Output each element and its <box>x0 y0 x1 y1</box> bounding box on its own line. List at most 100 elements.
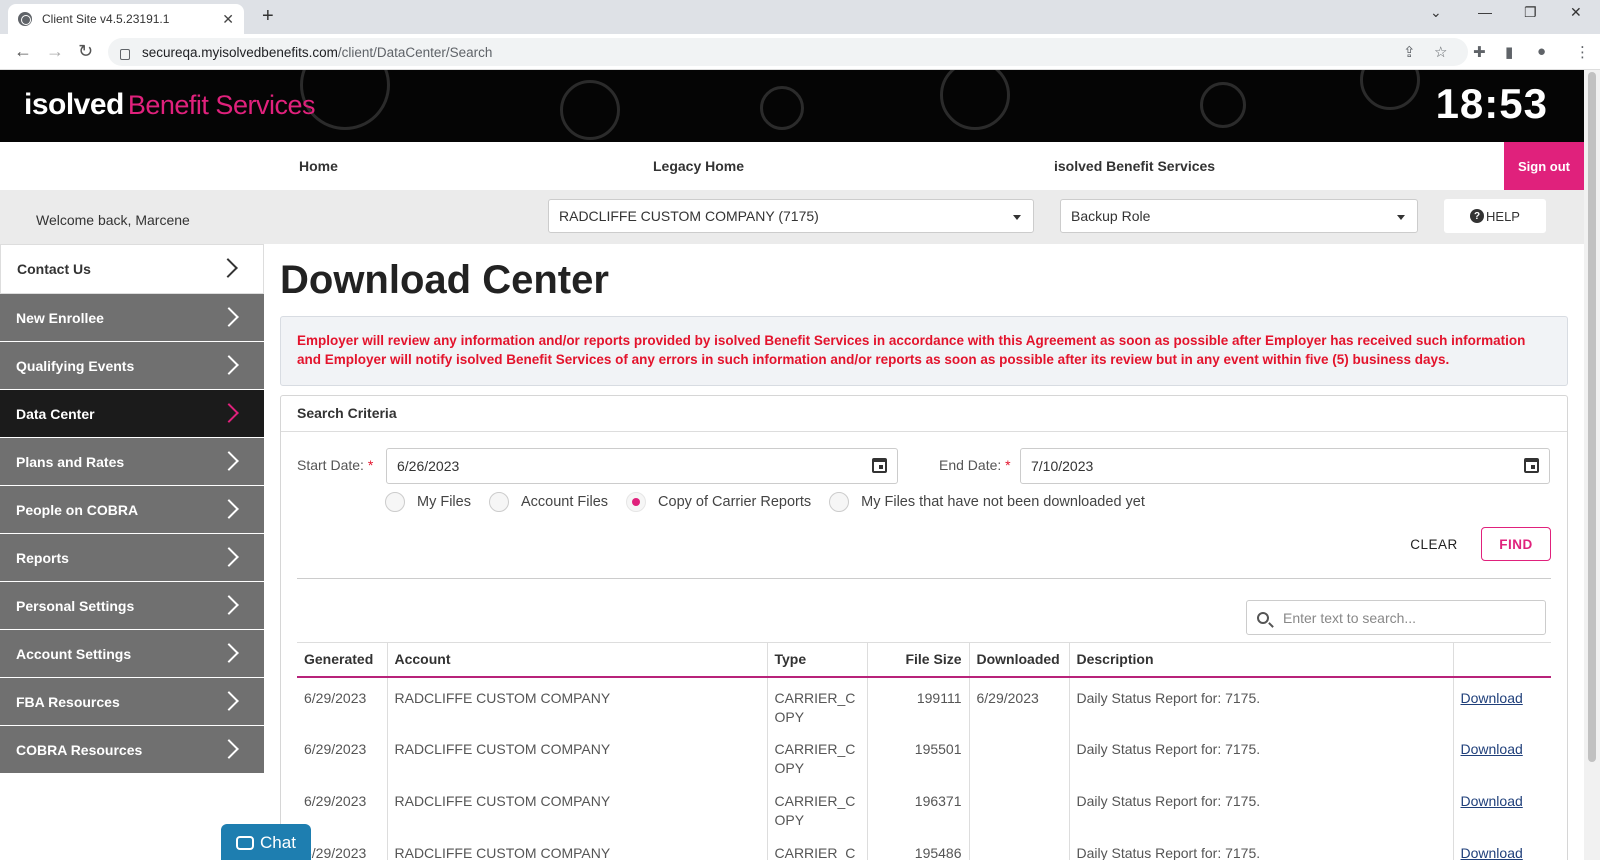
cell-account: RADCLIFFE CUSTOM COMPANY <box>387 676 768 729</box>
sidebar-item-fba-resources[interactable]: FBA Resources <box>0 678 264 726</box>
start-date-label: Start Date: * <box>297 457 373 473</box>
cell-action: Download <box>1453 729 1551 781</box>
download-link[interactable]: Download <box>1461 793 1523 809</box>
radio-label[interactable]: Account Files <box>521 494 608 510</box>
cell-type: CARRIER_COPY <box>767 728 868 781</box>
minimize-icon[interactable]: — <box>1478 4 1492 20</box>
sidebar-item-label: Reports <box>16 549 69 566</box>
sidebar-item-cobra-resources[interactable]: COBRA Resources <box>0 726 264 774</box>
bookmark-star-icon[interactable]: ☆ <box>1434 43 1447 61</box>
download-link[interactable]: Download <box>1461 845 1523 860</box>
radio-label[interactable]: My Files <box>417 494 471 510</box>
table-row: 6/29/2023 RADCLIFFE CUSTOM COMPANY CARRI… <box>297 780 1551 833</box>
col-file-size[interactable]: File Size <box>867 642 970 678</box>
download-link[interactable]: Download <box>1461 741 1523 757</box>
chevron-right-icon <box>219 403 239 423</box>
nav-home[interactable]: Home <box>299 158 338 174</box>
address-bar[interactable]: secureqa.myisolvedbenefits.com/client/Da… <box>108 38 1468 66</box>
clear-button[interactable]: CLEAR <box>1396 527 1472 561</box>
role-select[interactable]: Backup Role <box>1060 199 1418 233</box>
extensions-icon[interactable]: ✚ <box>1473 43 1486 61</box>
side-panel-icon[interactable]: ▮ <box>1505 43 1513 61</box>
col-downloaded[interactable]: Downloaded <box>969 642 1070 678</box>
sidebar-item-label: Qualifying Events <box>16 357 135 374</box>
sidebar-item-new-enrollee[interactable]: New Enrollee <box>0 294 264 342</box>
browser-menu-icon[interactable]: ⋮ <box>1575 43 1590 61</box>
start-date-input[interactable]: 6/26/2023 <box>386 448 898 484</box>
required-mark: * <box>367 457 374 473</box>
radio-my-files[interactable] <box>385 492 405 512</box>
col-generated[interactable]: Generated <box>297 642 388 678</box>
welcome-text: Welcome back, Marcene <box>36 212 190 228</box>
sidebar-item-label: Plans and Rates <box>16 453 125 470</box>
company-select[interactable]: RADCLIFFE CUSTOM COMPANY (7175) <box>548 199 1034 233</box>
chevron-right-icon <box>219 691 239 711</box>
site-logo[interactable]: isolved Benefit Services <box>24 88 315 122</box>
sidebar-item-account-settings[interactable]: Account Settings <box>0 630 264 678</box>
radio-account-files[interactable] <box>488 492 509 512</box>
table-search-input[interactable]: Enter text to search... <box>1246 600 1546 635</box>
col-type[interactable]: Type <box>767 642 868 678</box>
company-select-value: RADCLIFFE CUSTOM COMPANY (7175) <box>559 208 819 224</box>
nav-isolved-benefit-services[interactable]: isolved Benefit Services <box>1054 158 1215 174</box>
cell-description: Daily Status Report for: 7175. <box>1069 676 1454 729</box>
sidebar: Contact Us New Enrollee Qualifying Event… <box>0 244 264 774</box>
sidebar-item-personal-settings[interactable]: Personal Settings <box>0 582 264 630</box>
page-scrollbar[interactable] <box>1584 70 1600 860</box>
reload-icon[interactable]: ↻ <box>78 41 93 62</box>
calendar-icon[interactable] <box>1524 458 1539 473</box>
help-button[interactable]: ? HELP <box>1444 199 1546 233</box>
find-button[interactable]: FIND <box>1481 527 1551 561</box>
download-link[interactable]: Download <box>1461 690 1523 706</box>
radio-label[interactable]: My Files that have not been downloaded y… <box>861 494 1145 510</box>
sidebar-item-data-center[interactable]: Data Center <box>0 390 264 438</box>
sidebar-item-people-on-cobra[interactable]: People on COBRA <box>0 486 264 534</box>
panel-title: Search Criteria <box>281 396 1567 432</box>
maximize-icon[interactable]: ❐ <box>1524 4 1537 21</box>
sidebar-item-qualifying-events[interactable]: Qualifying Events <box>0 342 264 390</box>
chevron-right-icon <box>219 355 239 375</box>
radio-not-downloaded[interactable] <box>829 492 850 512</box>
cell-action: Download <box>1453 677 1551 729</box>
cell-downloaded <box>969 832 1070 860</box>
cell-file-size: 196371 <box>867 780 970 833</box>
table-row: 6/29/2023 RADCLIFFE CUSTOM COMPANY CARRI… <box>297 832 1551 860</box>
browser-tab[interactable]: Client Site v4.5.23191.1 ✕ <box>8 4 244 34</box>
back-icon[interactable]: ← <box>14 41 32 62</box>
sidebar-item-reports[interactable]: Reports <box>0 534 264 582</box>
file-type-radio-group: My Files Account Files Copy of Carrier R… <box>385 492 1163 512</box>
search-placeholder: Enter text to search... <box>1283 609 1417 626</box>
nav-legacy-home[interactable]: Legacy Home <box>653 158 744 174</box>
col-actions <box>1453 642 1551 678</box>
radio-label[interactable]: Copy of Carrier Reports <box>658 494 811 510</box>
profile-icon[interactable]: ● <box>1537 43 1546 60</box>
calendar-icon[interactable] <box>872 458 887 473</box>
cell-description: Daily Status Report for: 7175. <box>1069 832 1454 860</box>
start-date-label-text: Start Date: <box>297 457 364 473</box>
cell-downloaded <box>969 780 1070 833</box>
window-close-icon[interactable]: ✕ <box>1570 4 1582 21</box>
chevron-right-icon <box>218 258 238 278</box>
col-description[interactable]: Description <box>1069 642 1454 678</box>
sidebar-item-label: Data Center <box>16 405 95 422</box>
chevron-down-icon <box>1013 215 1021 220</box>
close-tab-icon[interactable]: ✕ <box>222 11 234 28</box>
end-date-input[interactable]: 7/10/2023 <box>1020 448 1550 484</box>
scrollbar-thumb[interactable] <box>1588 72 1596 762</box>
search-icon <box>1257 611 1269 624</box>
new-tab-icon[interactable]: + <box>262 5 274 28</box>
share-icon[interactable]: ⇪ <box>1403 43 1416 61</box>
sidebar-item-label: New Enrollee <box>16 309 104 326</box>
radio-copy-of-carrier-reports[interactable] <box>626 492 647 512</box>
sidebar-item-plans-and-rates[interactable]: Plans and Rates <box>0 438 264 486</box>
forward-icon[interactable]: → <box>46 41 64 62</box>
col-account[interactable]: Account <box>387 642 768 678</box>
sidebar-item-contact-us[interactable]: Contact Us <box>0 244 264 294</box>
sign-out-button[interactable]: Sign out <box>1504 142 1584 190</box>
chat-button[interactable]: Chat <box>221 824 311 860</box>
cell-action: Download <box>1453 833 1551 860</box>
tab-search-icon[interactable]: ⌄ <box>1430 4 1442 21</box>
chevron-down-icon <box>1397 215 1405 220</box>
cell-type: CARRIER_COPY <box>767 780 868 833</box>
sidebar-item-label: Contact Us <box>17 261 91 277</box>
